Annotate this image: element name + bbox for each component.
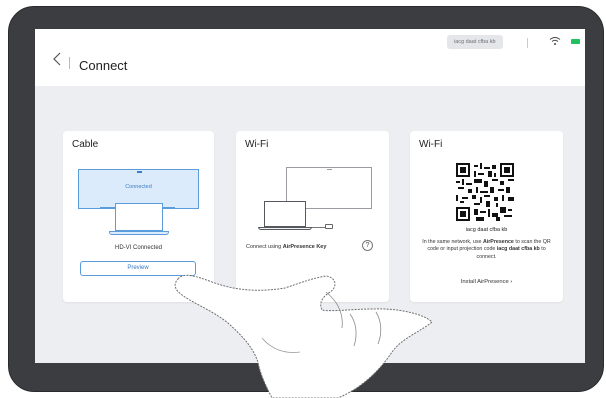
wifi-qr-card: Wi-Fi iacg daat cfba kb In the same netw… bbox=[410, 131, 563, 302]
laptop-base bbox=[109, 231, 169, 235]
wifi-key-card-title: Wi-Fi bbox=[245, 139, 269, 150]
cable-connection-status: HD-VI Connected bbox=[114, 245, 163, 251]
qr-code-icon bbox=[456, 163, 514, 221]
status-divider bbox=[527, 38, 528, 48]
status-key-name: AirPresence Key bbox=[282, 244, 327, 250]
desc-app-name: AirPresence bbox=[482, 239, 514, 245]
preview-button[interactable]: Preview bbox=[80, 261, 196, 276]
projection-code-badge: iacg daat cfba kb bbox=[447, 35, 503, 49]
laptop-illustration bbox=[115, 203, 163, 231]
top-bar: Connect iacg daat cfba kb bbox=[35, 29, 585, 86]
battery-icon bbox=[571, 39, 580, 44]
airpresence-key-icon bbox=[325, 224, 333, 229]
install-airpresence-link[interactable]: Install AirPresence › bbox=[410, 279, 563, 285]
tablet-screen: Connect iacg daat cfba kb Cable Connecte… bbox=[35, 29, 585, 363]
wifi-key-card: Wi-Fi Connect using AirPresence Key ? bbox=[236, 131, 389, 302]
laptop-illustration bbox=[264, 201, 306, 227]
key-cable bbox=[312, 227, 326, 228]
status-prefix: Connect using bbox=[246, 244, 283, 250]
desc-code: iacg daat cfba kb bbox=[496, 246, 540, 253]
monitor-connected-label: Connected bbox=[125, 184, 152, 190]
help-icon[interactable]: ? bbox=[362, 240, 373, 251]
cable-card-title: Cable bbox=[72, 139, 99, 150]
wifi-qr-description: In the same network, use AirPresence to … bbox=[418, 239, 555, 261]
monitor-camera bbox=[327, 169, 332, 170]
laptop-base bbox=[258, 227, 312, 230]
title-divider bbox=[69, 57, 70, 69]
monitor-camera bbox=[137, 171, 142, 173]
back-chevron-icon[interactable] bbox=[51, 51, 63, 67]
desc-part: In the same network, use bbox=[422, 239, 483, 245]
page-title: Connect bbox=[79, 58, 128, 73]
wifi-key-status: Connect using AirPresence Key bbox=[246, 244, 326, 250]
tablet-device: Connect iacg daat cfba kb Cable Connecte… bbox=[0, 0, 606, 398]
cable-card: Cable Connected HD-VI Connected Preview bbox=[63, 131, 214, 302]
wifi-qr-card-title: Wi-Fi bbox=[419, 139, 443, 150]
wifi-icon bbox=[549, 37, 561, 45]
qr-projection-code: iacg daat cfba kb bbox=[465, 227, 508, 233]
